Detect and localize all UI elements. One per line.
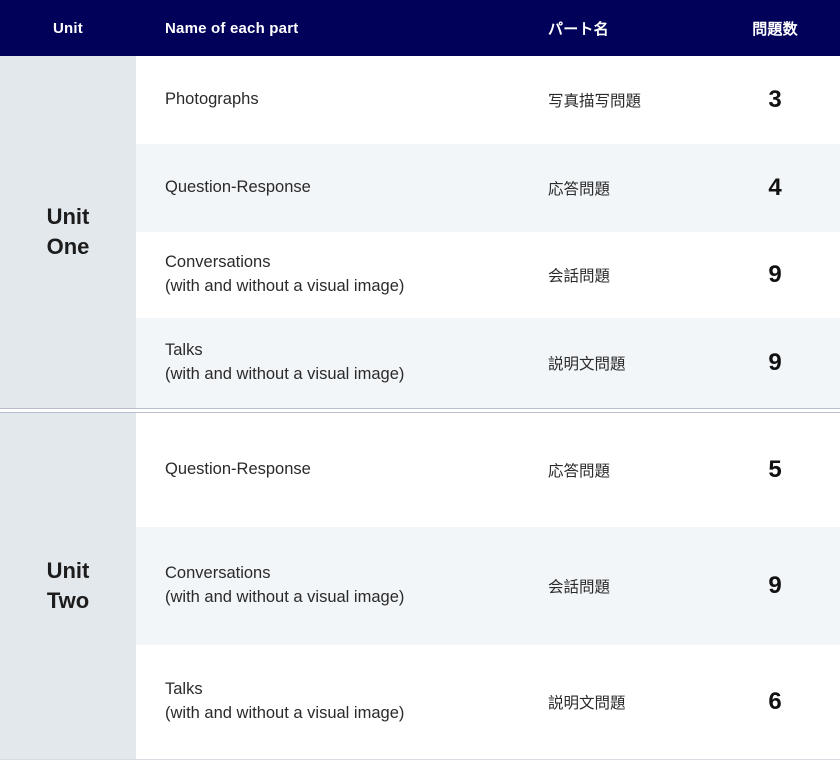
cell-part-name: Question-Response: [136, 458, 524, 482]
table-bottom-rule: [0, 759, 840, 760]
unit-block-one: Unit One Photographs 写真描写問題 3 Question-R…: [0, 56, 840, 408]
unit-label-one-line2: One: [46, 234, 90, 259]
unit-two-rows: Question-Response 応答問題 5 Conversations (…: [136, 413, 840, 759]
part-name-line1: Photographs: [165, 90, 259, 109]
unit-label-two-line1: Unit: [46, 558, 90, 584]
column-header-question-count: 問題数: [752, 20, 798, 38]
cell-question-count: 4: [768, 174, 782, 201]
part-name-line2: (with and without a visual image): [165, 277, 405, 295]
column-header-part-name: Name of each part: [165, 19, 299, 37]
cell-part-name: Conversations (with and without a visual…: [136, 251, 524, 299]
parts-overview-table: Unit Name of each part パート名 問題数 Unit One…: [0, 0, 840, 762]
cell-question-count: 9: [768, 261, 782, 288]
cell-part-name-ja: 写真描写問題: [548, 93, 642, 110]
table-row[interactable]: Photographs 写真描写問題 3: [136, 56, 840, 144]
table-row[interactable]: Question-Response 応答問題 4: [136, 144, 840, 232]
table-row[interactable]: Conversations (with and without a visual…: [136, 232, 840, 318]
unit-block-two: Unit Two Question-Response 応答問題 5 Conver…: [0, 413, 840, 759]
unit-label-one: Unit One: [47, 202, 90, 261]
unit-one-rows: Photographs 写真描写問題 3 Question-Response 応…: [136, 56, 840, 408]
part-name-line1: Question-Response: [165, 178, 311, 197]
part-name-line1: Talks: [165, 680, 203, 699]
cell-part-name: Conversations (with and without a visual…: [136, 562, 524, 610]
part-name-line1: Conversations: [165, 253, 271, 272]
part-name-line2: (with and without a visual image): [165, 588, 405, 606]
table-row[interactable]: Talks (with and without a visual image) …: [136, 318, 840, 408]
table-row[interactable]: Question-Response 応答問題 5: [136, 413, 840, 527]
part-name-line1: Talks: [165, 341, 203, 360]
cell-part-name: Question-Response: [136, 176, 524, 200]
cell-part-name-ja: 説明文問題: [548, 695, 626, 712]
cell-question-count: 9: [768, 572, 782, 599]
cell-question-count: 3: [768, 86, 782, 113]
unit-section-divider: [0, 408, 840, 413]
column-header-unit: Unit: [53, 19, 83, 37]
cell-part-name: Talks (with and without a visual image): [136, 339, 524, 387]
table-row[interactable]: Talks (with and without a visual image) …: [136, 645, 840, 759]
cell-question-count: 6: [768, 688, 782, 715]
unit-label-one-line1: Unit: [46, 204, 90, 230]
cell-part-name-ja: 説明文問題: [548, 356, 626, 373]
table-header-row: Unit Name of each part パート名 問題数: [0, 0, 840, 56]
cell-part-name-ja: 応答問題: [548, 463, 611, 480]
unit-label-cell-two: Unit Two: [0, 413, 136, 759]
cell-part-name-ja: 会話問題: [548, 268, 611, 285]
part-name-line2: (with and without a visual image): [165, 365, 405, 383]
cell-part-name-ja: 応答問題: [548, 181, 611, 198]
unit-label-two-line2: Two: [46, 588, 90, 613]
part-name-line2: (with and without a visual image): [165, 704, 405, 722]
table-row[interactable]: Conversations (with and without a visual…: [136, 527, 840, 645]
part-name-line1: Conversations: [165, 564, 271, 583]
cell-part-name: Talks (with and without a visual image): [136, 678, 524, 726]
unit-label-two: Unit Two: [47, 556, 90, 615]
cell-question-count: 9: [768, 349, 782, 376]
unit-label-cell-one: Unit One: [0, 56, 136, 408]
part-name-line1: Question-Response: [165, 460, 311, 479]
cell-question-count: 5: [768, 456, 782, 483]
cell-part-name: Photographs: [136, 88, 524, 112]
column-header-part-name-ja: パート名: [548, 20, 609, 38]
cell-part-name-ja: 会話問題: [548, 579, 611, 596]
